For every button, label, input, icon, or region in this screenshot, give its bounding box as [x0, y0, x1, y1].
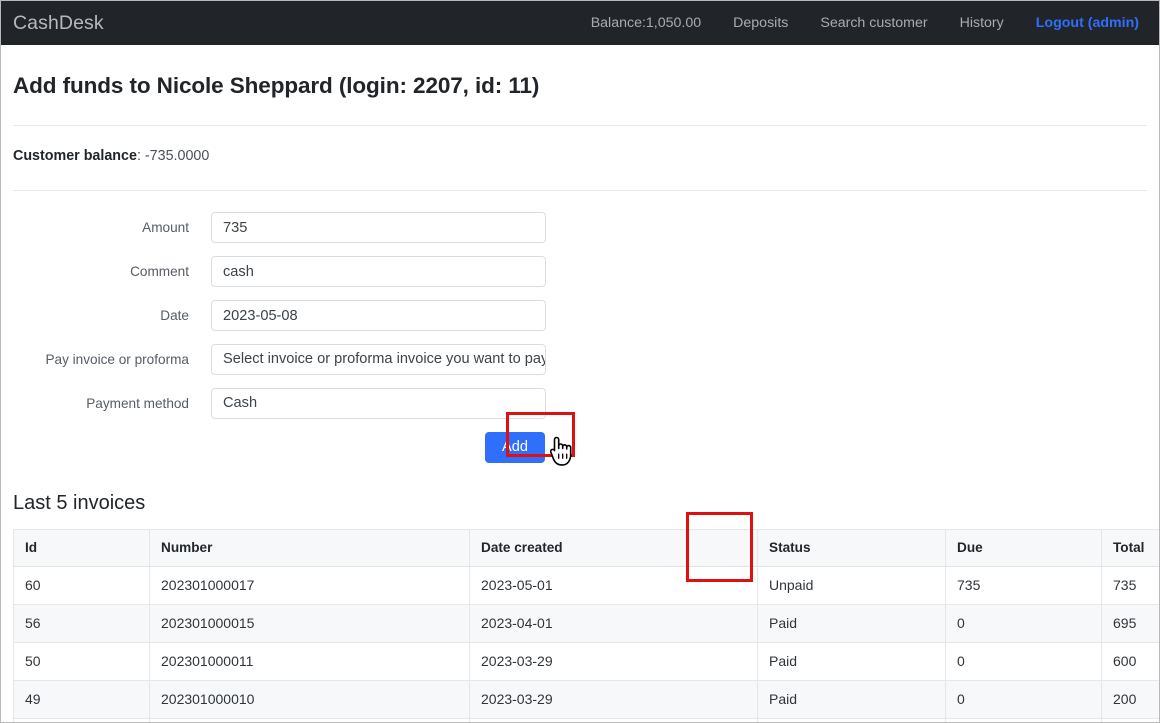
- cell-id: 60: [14, 567, 150, 605]
- cell-number: 202301000015: [150, 605, 470, 643]
- date-label: Date: [13, 308, 211, 323]
- table-row[interactable]: 49 202301000010 2023-03-29 Paid 0 200: [14, 681, 1160, 719]
- comment-label: Comment: [13, 264, 211, 279]
- page-content: Add funds to Nicole Sheppard (login: 220…: [1, 45, 1159, 722]
- payment-method-select[interactable]: Cash: [211, 388, 546, 419]
- cell-total: 671.25: [1102, 719, 1160, 723]
- column-header-date-created[interactable]: Date created: [470, 530, 758, 567]
- table-header-row: Id Number Date created Status Due Total: [14, 530, 1160, 567]
- date-input[interactable]: [211, 300, 546, 331]
- form-actions-wrap: Add: [211, 432, 546, 463]
- cell-total: 695: [1102, 605, 1160, 643]
- form-row-pay-invoice: Pay invoice or proforma Select invoice o…: [13, 344, 1147, 375]
- customer-balance-value: -735.0000: [145, 148, 209, 164]
- pay-invoice-select[interactable]: Select invoice or proforma invoice you w…: [211, 344, 546, 375]
- brand-logo[interactable]: CashDesk: [13, 12, 104, 35]
- payment-method-label: Payment method: [13, 396, 211, 411]
- cell-status: Paid: [758, 681, 946, 719]
- customer-balance: Customer balance: -735.0000: [13, 148, 1147, 164]
- cell-number: 202301000011: [150, 643, 470, 681]
- cell-status: Paid: [758, 719, 946, 723]
- invoices-section-title: Last 5 invoices: [13, 492, 1147, 515]
- cell-id: 50: [14, 643, 150, 681]
- table-head: Id Number Date created Status Due Total: [14, 530, 1160, 567]
- column-header-status[interactable]: Status: [758, 530, 946, 567]
- table-body: 60 202301000017 2023-05-01 Unpaid 735 73…: [14, 567, 1160, 723]
- cell-due: 0: [946, 605, 1102, 643]
- cell-id: 56: [14, 605, 150, 643]
- cell-status: Paid: [758, 643, 946, 681]
- cell-number: 202301000008: [150, 719, 470, 723]
- cell-due: 735: [946, 567, 1102, 605]
- table-row[interactable]: 60 202301000017 2023-05-01 Unpaid 735 73…: [14, 567, 1160, 605]
- add-funds-form: Amount Comment Date Pay invoice or profo…: [13, 212, 1147, 463]
- cell-id: 47: [14, 719, 150, 723]
- form-row-comment: Comment: [13, 256, 1147, 287]
- customer-balance-separator: :: [137, 148, 145, 164]
- form-actions: Add: [13, 432, 1147, 463]
- cell-id: 49: [14, 681, 150, 719]
- column-header-number[interactable]: Number: [150, 530, 470, 567]
- navbar-item-logout[interactable]: Logout (admin): [1020, 15, 1143, 31]
- pay-invoice-label: Pay invoice or proforma: [13, 352, 211, 367]
- amount-label: Amount: [13, 220, 211, 235]
- form-row-date: Date: [13, 300, 1147, 331]
- form-actions-spacer: [13, 432, 211, 463]
- cell-status: Unpaid: [758, 567, 946, 605]
- cell-due: 0: [946, 643, 1102, 681]
- cell-date: 2023-03-29: [470, 681, 758, 719]
- navbar-links: Balance:1,050.00 Deposits Search custome…: [575, 15, 1143, 31]
- navbar-item-history[interactable]: History: [944, 15, 1020, 31]
- navbar-balance: Balance:1,050.00: [575, 15, 717, 31]
- form-row-amount: Amount: [13, 212, 1147, 243]
- navbar-item-search-customer[interactable]: Search customer: [804, 15, 943, 31]
- table-row[interactable]: 47 202301000008 2023-03-01 Paid 0 671.25: [14, 719, 1160, 723]
- form-row-payment-method: Payment method Cash: [13, 388, 1147, 419]
- cell-total: 200: [1102, 681, 1160, 719]
- cell-due: 0: [946, 719, 1102, 723]
- cell-due: 0: [946, 681, 1102, 719]
- table-row[interactable]: 56 202301000015 2023-04-01 Paid 0 695: [14, 605, 1160, 643]
- table-row[interactable]: 50 202301000011 2023-03-29 Paid 0 600: [14, 643, 1160, 681]
- cell-date: 2023-05-01: [470, 567, 758, 605]
- cell-total: 735: [1102, 567, 1160, 605]
- page-title: Add funds to Nicole Sheppard (login: 220…: [13, 73, 1147, 99]
- amount-input[interactable]: [211, 212, 546, 243]
- cell-date: 2023-03-01: [470, 719, 758, 723]
- top-navbar: CashDesk Balance:1,050.00 Deposits Searc…: [1, 1, 1159, 45]
- cell-date: 2023-03-29: [470, 643, 758, 681]
- divider-under-balance: [13, 190, 1147, 191]
- add-button[interactable]: Add: [485, 432, 545, 463]
- cell-number: 202301000017: [150, 567, 470, 605]
- comment-input[interactable]: [211, 256, 546, 287]
- column-header-id[interactable]: Id: [14, 530, 150, 567]
- divider-under-title: [13, 125, 1147, 126]
- cell-total: 600: [1102, 643, 1160, 681]
- browser-viewport: CashDesk Balance:1,050.00 Deposits Searc…: [0, 0, 1160, 723]
- last-invoices-table: Id Number Date created Status Due Total …: [13, 529, 1160, 723]
- cell-number: 202301000010: [150, 681, 470, 719]
- column-header-total[interactable]: Total: [1102, 530, 1160, 567]
- customer-balance-label: Customer balance: [13, 148, 137, 164]
- cell-status: Paid: [758, 605, 946, 643]
- column-header-due[interactable]: Due: [946, 530, 1102, 567]
- cell-date: 2023-04-01: [470, 605, 758, 643]
- navbar-item-deposits[interactable]: Deposits: [717, 15, 804, 31]
